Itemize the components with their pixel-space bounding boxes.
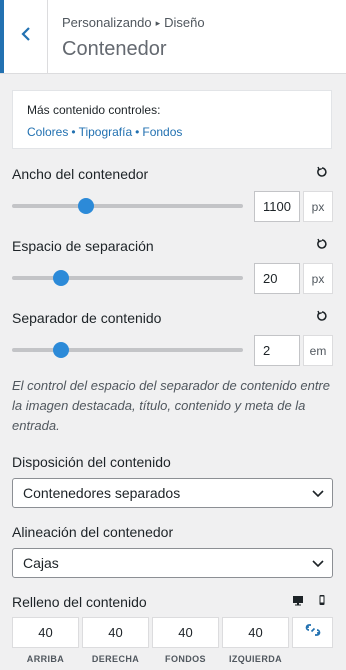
more-controls-box: Más contenido controles: Colores • Tipogra…: [12, 90, 332, 149]
breadcrumb: Personalizando ▸ Diseño: [62, 15, 205, 30]
container-alignment-value: Cajas: [23, 555, 59, 571]
separation-space-label: Espacio de separación: [12, 238, 154, 254]
separation-space-unit[interactable]: px: [303, 263, 333, 294]
more-controls-links: Colores • Tipografía • Fondos: [27, 125, 317, 139]
content-separator-slider[interactable]: [12, 342, 243, 358]
content-padding-label: Relleno del contenido: [12, 594, 147, 610]
mobile-icon: [318, 593, 326, 611]
chevron-left-icon: [20, 26, 32, 47]
chevron-down-icon: [311, 486, 325, 503]
container-width-slider[interactable]: [12, 198, 243, 214]
separation-space-reset-button[interactable]: [313, 237, 331, 255]
content-separator-input[interactable]: 2: [254, 335, 300, 366]
slider-thumb[interactable]: [52, 270, 69, 286]
slider-thumb[interactable]: [77, 198, 94, 214]
separation-space-input[interactable]: 20: [254, 263, 300, 294]
content-separator-label: Separador de contenido: [12, 310, 162, 326]
panel-header: Personalizando ▸ Diseño Contenedor: [0, 0, 346, 74]
container-alignment-select[interactable]: Cajas: [12, 548, 333, 578]
padding-left-label: IZQUIERDA: [228, 654, 283, 664]
container-width-label: Ancho del contenedor: [12, 166, 149, 182]
padding-left-input[interactable]: 40: [222, 617, 289, 648]
link-separator: •: [135, 125, 140, 139]
link-fondos[interactable]: Fondos: [142, 125, 182, 139]
desktop-device-button[interactable]: [289, 593, 307, 611]
reset-icon: [316, 237, 328, 255]
padding-top-label: ARRIBA: [26, 654, 65, 664]
back-button[interactable]: [0, 0, 48, 73]
reset-icon: [316, 165, 328, 183]
content-layout-select[interactable]: Contenedores separados: [12, 478, 333, 508]
breadcrumb-current: Diseño: [164, 15, 205, 30]
padding-bottom-input[interactable]: 40: [152, 617, 219, 648]
content-separator-description: El control del espacio del separador de …: [12, 378, 330, 433]
more-controls-label: Más contenido controles:: [27, 103, 161, 117]
breadcrumb-parent: Personalizando: [62, 15, 152, 30]
slider-thumb[interactable]: [52, 342, 69, 358]
link-values-button[interactable]: [292, 617, 333, 648]
content-layout-value: Contenedores separados: [23, 485, 181, 501]
content-separator-unit[interactable]: em: [303, 335, 333, 366]
container-width-reset-button[interactable]: [313, 165, 331, 183]
link-separator: •: [71, 125, 76, 139]
separation-space-slider[interactable]: [12, 270, 243, 286]
padding-bottom-label: FONDOS: [165, 654, 206, 664]
reset-icon: [316, 309, 328, 327]
link-tipografia[interactable]: Tipografía: [79, 125, 133, 139]
unlink-icon: [305, 622, 321, 643]
desktop-icon: [292, 593, 304, 611]
padding-right-input[interactable]: 40: [82, 617, 149, 648]
container-width-input[interactable]: 1100: [254, 191, 300, 222]
content-layout-label: Disposición del contenido: [12, 454, 171, 470]
padding-top-input[interactable]: 40: [12, 617, 79, 648]
container-alignment-label: Alineación del contenedor: [12, 524, 174, 540]
chevron-down-icon: [311, 556, 325, 573]
content-separator-reset-button[interactable]: [313, 309, 331, 327]
caret-right-icon: ▸: [155, 18, 161, 28]
page-title: Contenedor: [62, 38, 167, 60]
padding-right-label: DERECHA: [91, 654, 140, 664]
mobile-device-button[interactable]: [313, 593, 331, 611]
link-colores[interactable]: Colores: [27, 125, 68, 139]
container-width-unit[interactable]: px: [303, 191, 333, 222]
